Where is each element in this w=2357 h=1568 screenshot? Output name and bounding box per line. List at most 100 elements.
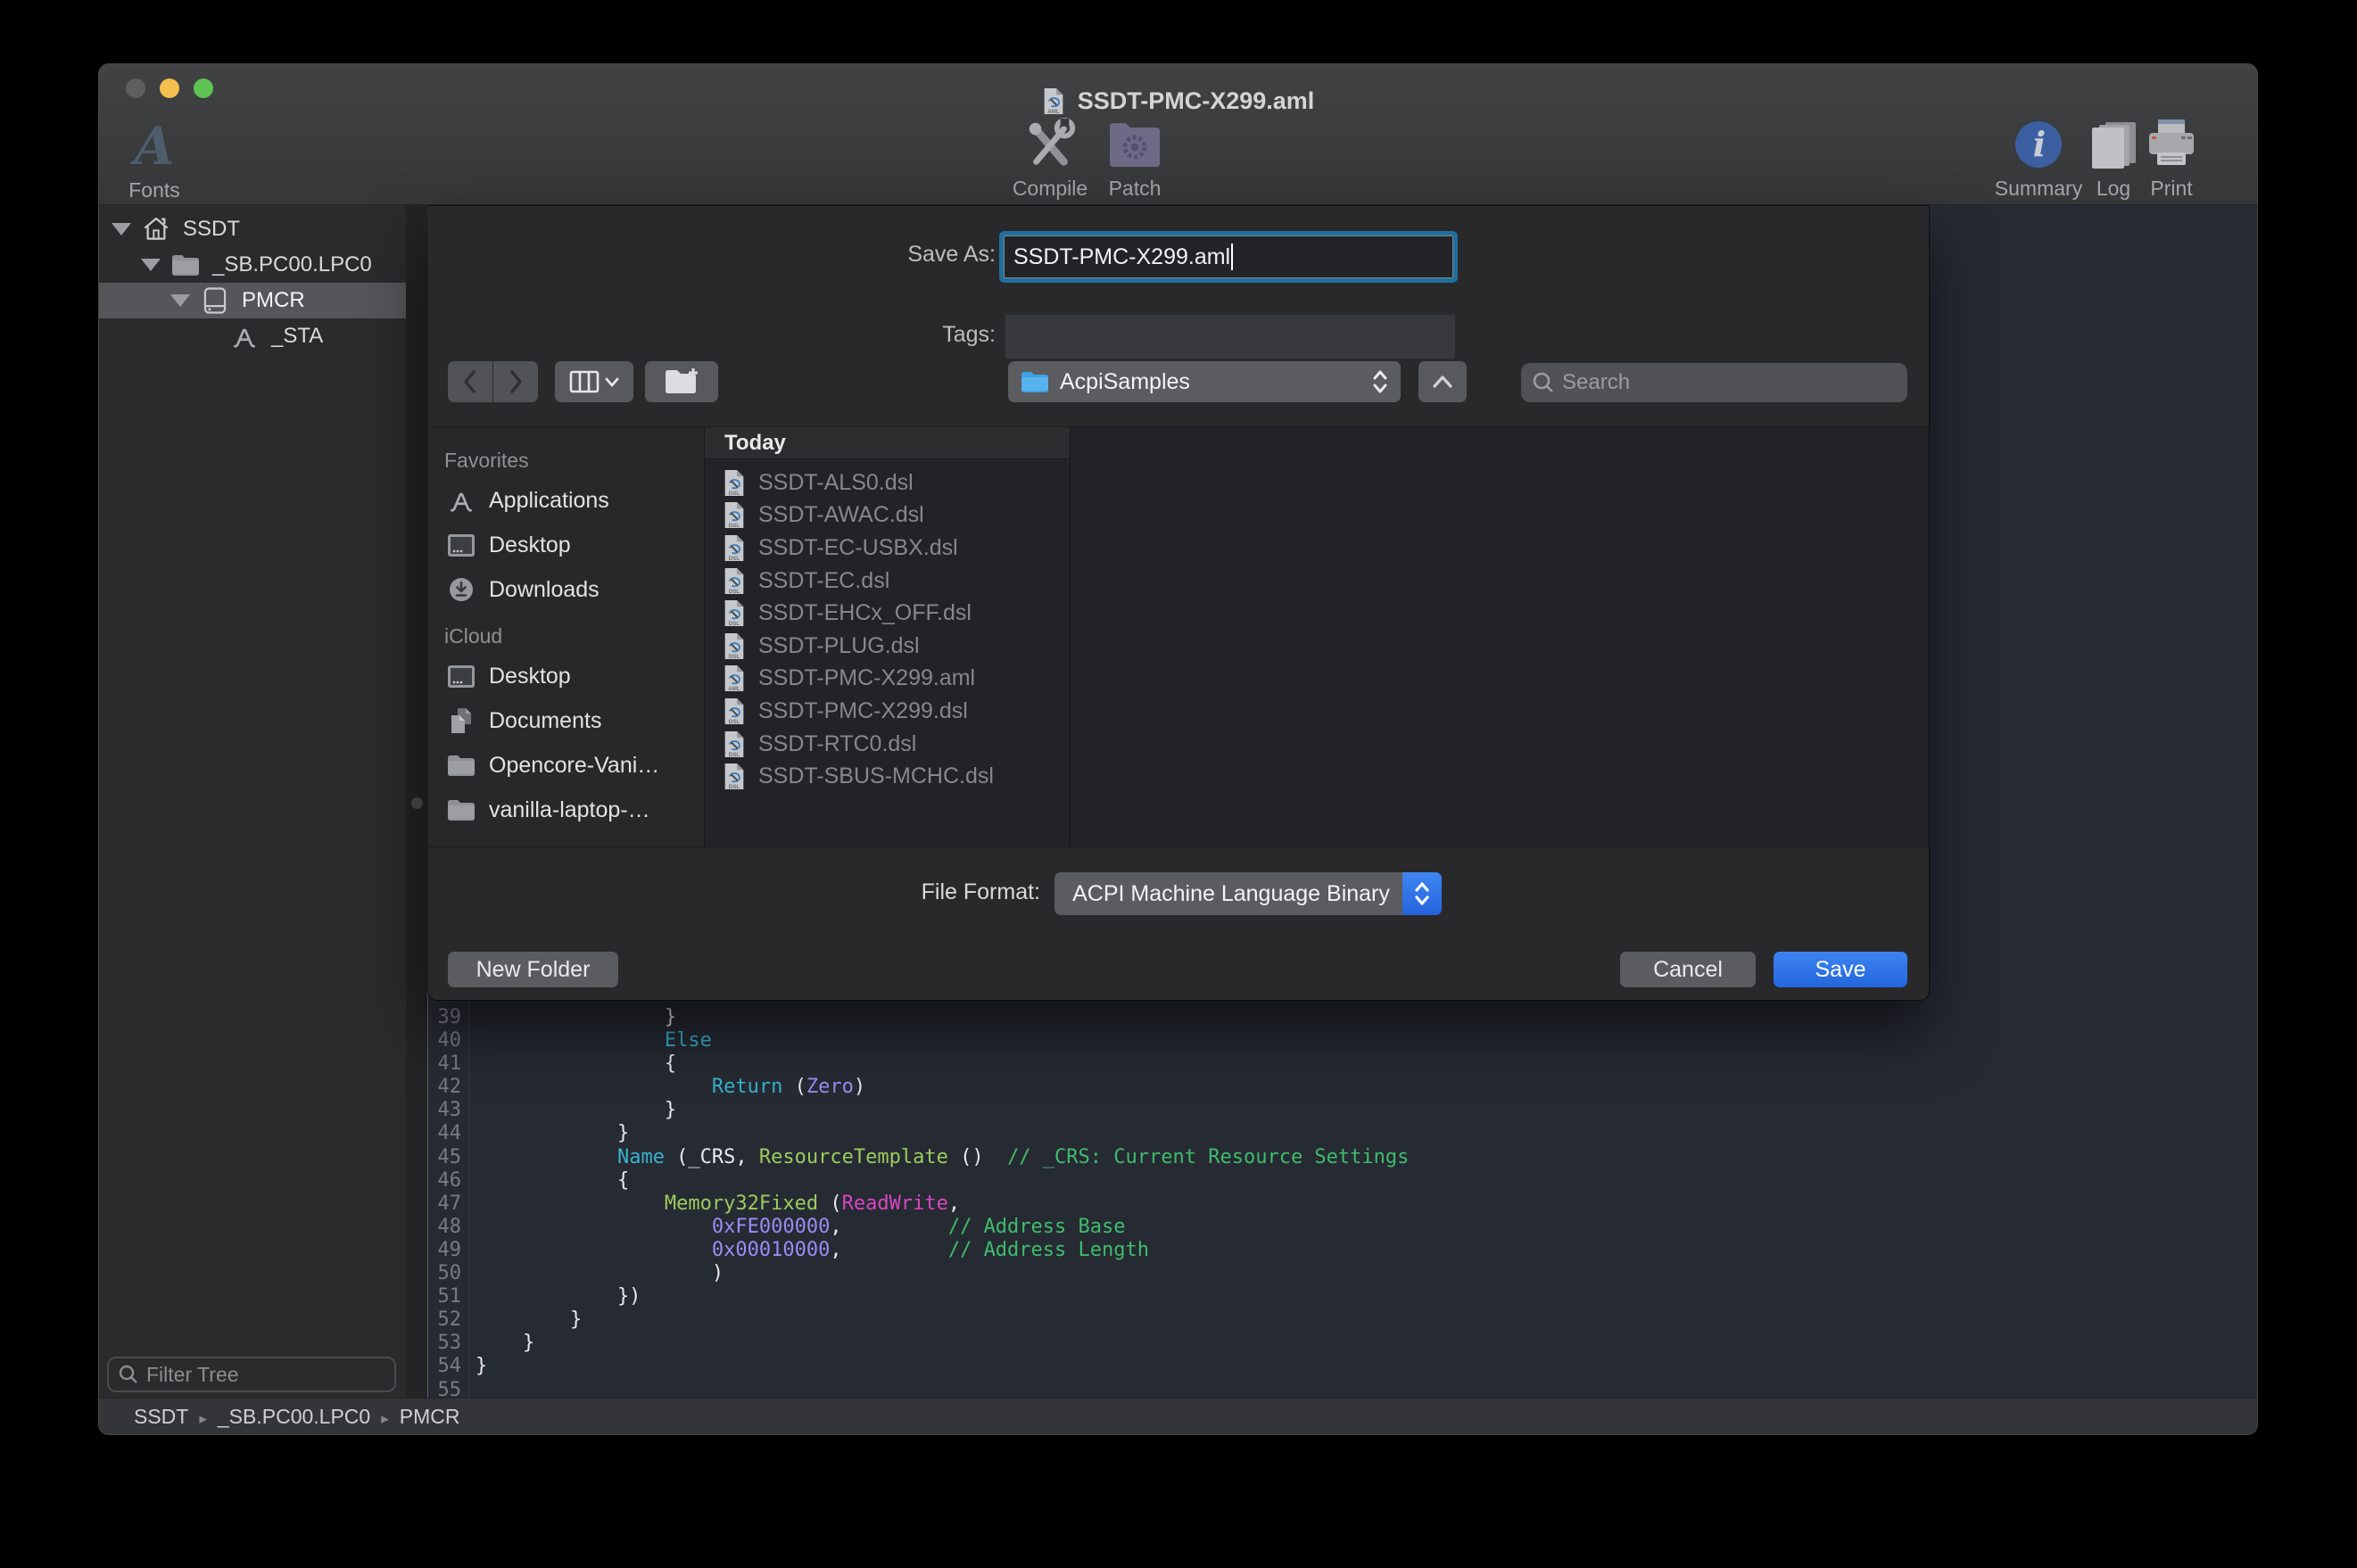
place-item-desktop[interactable]: Desktop	[428, 654, 704, 698]
file-format-popup[interactable]: ACPI Machine Language Binary	[1054, 872, 1442, 915]
desktop-icon	[446, 662, 476, 690]
svg-text:DSL: DSL	[729, 556, 740, 562]
up-directory-button[interactable]	[1418, 361, 1467, 402]
file-row[interactable]: DSLSSDT-PMC-X299.dsl	[705, 695, 1070, 728]
folder-blue-icon	[1021, 370, 1049, 393]
file-row[interactable]: DSLSSDT-ALS0.dsl	[705, 466, 1070, 499]
tree-item-label: SSDT	[183, 217, 240, 242]
place-item-applications[interactable]: Applications	[428, 478, 704, 523]
breadcrumb-segment[interactable]: PMCR	[400, 1405, 460, 1428]
toolbar-print-button[interactable]: Print	[2140, 116, 2203, 201]
svg-text:DSL: DSL	[729, 589, 740, 595]
save-as-label: Save As:	[785, 242, 996, 268]
document-icon: DSL	[723, 534, 746, 562]
breadcrumb-separator: ▸	[381, 1410, 389, 1427]
place-item-downloads[interactable]: Downloads	[428, 567, 704, 612]
cancel-button[interactable]: Cancel	[1620, 952, 1756, 987]
chevron-down-icon	[605, 377, 619, 387]
place-item-vanilla-laptop-[interactable]: vanilla-laptop-…	[428, 788, 704, 832]
home-icon	[140, 214, 172, 244]
file-list-column: Today DSLSSDT-ALS0.dslDSLSSDT-AWAC.dslDS…	[705, 427, 1071, 846]
place-item-label: Documents	[489, 708, 601, 734]
disclosure-triangle-icon[interactable]	[112, 223, 131, 235]
tree-item-pmcr[interactable]: PMCR	[99, 283, 406, 318]
tags-label: Tags:	[785, 322, 996, 348]
disclosure-triangle-icon[interactable]	[170, 294, 190, 307]
breadcrumb-separator: ▸	[199, 1410, 207, 1427]
svg-text:DSL: DSL	[729, 523, 740, 529]
forward-button[interactable]	[493, 361, 538, 402]
svg-text:DSL: DSL	[729, 654, 740, 660]
tree-item-label: _SB.PC00.LPC0	[212, 252, 372, 277]
toolbar-log-button[interactable]: Log	[2085, 116, 2142, 201]
split-divider[interactable]	[406, 205, 428, 1398]
view-mode-button[interactable]	[555, 361, 633, 402]
columns-icon	[569, 370, 600, 393]
code-text[interactable]: } Else { Return (Zero) } } Name (_CRS, R…	[476, 1006, 1409, 1402]
svg-text:AML: AML	[728, 686, 740, 692]
divider-handle[interactable]	[411, 797, 423, 809]
back-button[interactable]	[448, 361, 492, 402]
aframe-icon	[228, 321, 261, 351]
disclosure-triangle-icon[interactable]	[141, 259, 161, 271]
disclosure-triangle-icon	[200, 336, 219, 337]
breadcrumb-segment[interactable]: SSDT	[134, 1405, 188, 1428]
file-row[interactable]: DSLSSDT-PLUG.dsl	[705, 630, 1070, 663]
breadcrumb-segment[interactable]: _SB.PC00.LPC0	[218, 1405, 370, 1428]
tree-item-_sb.pc00.lpc0[interactable]: _SB.PC00.LPC0	[99, 247, 406, 283]
desktop-icon	[446, 531, 476, 559]
places-sidebar: FavoritesApplicationsDesktopDownloadsiCl…	[428, 427, 705, 846]
info-icon: i	[2014, 116, 2063, 173]
svg-text:AML: AML	[1047, 109, 1060, 115]
save-as-input[interactable]: SSDT-PMC-X299.aml	[1004, 235, 1453, 278]
new-folder-button[interactable]: New Folder	[448, 952, 618, 987]
place-item-opencore-vani-[interactable]: Opencore-Vani…	[428, 743, 704, 788]
location-value: AcpiSamples	[1060, 369, 1361, 395]
file-name: SSDT-EHCx_OFF.dsl	[758, 600, 972, 626]
document-icon: DSL	[723, 763, 746, 790]
file-row[interactable]: DSLSSDT-SBUS-MCHC.dsl	[705, 760, 1070, 793]
filter-tree-field[interactable]: Filter Tree	[107, 1357, 396, 1392]
save-as-value: SSDT-PMC-X299.aml	[1013, 244, 1230, 270]
tree-item-label: PMCR	[242, 288, 305, 313]
file-row[interactable]: DSLSSDT-EHCx_OFF.dsl	[705, 597, 1070, 630]
compile-icon	[1022, 116, 1078, 173]
document-icon: DSL	[723, 632, 746, 660]
file-row[interactable]: DSLSSDT-EC.dsl	[705, 565, 1070, 598]
document-icon: DSL	[723, 730, 746, 758]
search-field[interactable]: Search	[1521, 363, 1907, 402]
navigator-sidebar: SSDT _SB.PC00.LPC0 PMCR _STA Filter Tree	[99, 205, 406, 1398]
save-button[interactable]: Save	[1774, 952, 1907, 987]
folder-icon	[446, 796, 476, 824]
drive-icon	[199, 285, 231, 316]
file-name: SSDT-AWAC.dsl	[758, 502, 924, 528]
file-group-header: Today	[705, 427, 1070, 459]
place-item-desktop[interactable]: Desktop	[428, 523, 704, 567]
documents-icon	[446, 706, 476, 735]
location-popup[interactable]: AcpiSamples	[1008, 361, 1401, 402]
document-icon: DSL	[723, 501, 746, 529]
place-item-label: Applications	[489, 488, 609, 514]
place-item-documents[interactable]: Documents	[428, 698, 704, 743]
toolbar-patch-button[interactable]: Patch	[1096, 116, 1173, 201]
downloads-icon	[446, 575, 476, 604]
file-format-label: File Format:	[826, 879, 1040, 905]
toolbar-fonts-button[interactable]: A Fonts	[112, 118, 197, 202]
file-row[interactable]: DSL SSDT-AWAC.dsl	[705, 499, 1070, 532]
filter-placeholder: Filter Tree	[146, 1363, 239, 1387]
tree-item-ssdt[interactable]: SSDT	[99, 211, 406, 247]
file-row[interactable]: DSLSSDT-RTC0.dsl	[705, 728, 1070, 761]
app-window: AML SSDT-PMC-X299.aml A Fonts Compile	[99, 64, 2257, 1434]
toolbar-summary-button[interactable]: i Summary	[1987, 116, 2090, 201]
file-format-value: ACPI Machine Language Binary	[1054, 881, 1402, 907]
tags-input[interactable]	[1005, 314, 1455, 359]
folder-icon	[446, 751, 476, 780]
text-caret	[1231, 243, 1233, 270]
toolbar-compile-button[interactable]: Compile	[1000, 116, 1100, 201]
file-row[interactable]: DSLSSDT-EC-USBX.dsl	[705, 532, 1070, 565]
file-name: SSDT-PMC-X299.aml	[758, 665, 975, 691]
svg-text:DSL: DSL	[729, 751, 740, 757]
tree-item-_sta[interactable]: _STA	[99, 318, 406, 354]
file-row[interactable]: AML SSDT-PMC-X299.aml	[705, 663, 1070, 696]
new-folder-toolbar-button[interactable]	[645, 361, 718, 402]
